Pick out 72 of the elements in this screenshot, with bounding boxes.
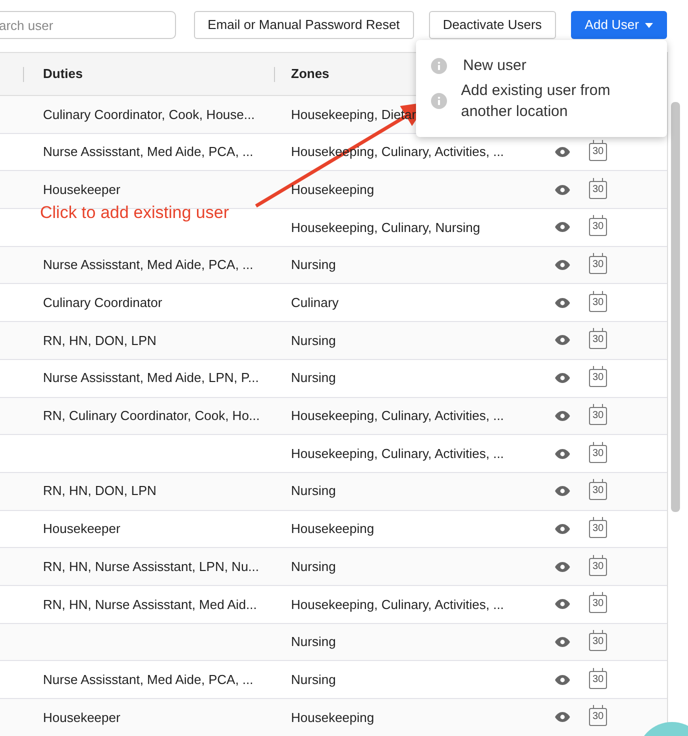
view-icon[interactable] [555,184,570,195]
table-cell: Housekeeping [291,710,374,725]
table-cell: Nursing [291,332,336,348]
table-cell: Housekeeping, Culinary, Activities, ... [291,408,504,424]
toolbar-button[interactable]: Email or Manual Password Reset [194,11,414,39]
view-icon[interactable] [555,410,570,421]
view-icon[interactable] [555,335,570,346]
view-icon[interactable] [555,486,570,496]
info-icon [431,58,447,74]
view-icon[interactable] [555,260,570,270]
table-cell: RN, HN, DON, LPN [43,332,156,348]
view-icon[interactable] [555,599,570,610]
calendar-button[interactable]: 30 [589,558,607,576]
table-cell: RN, HN, Nurse Assisstant, LPN, Nu... [43,558,260,574]
calendar-button[interactable]: 30 [589,294,607,312]
view-icon[interactable] [555,448,570,459]
table-cell: Housekeeper [43,710,120,725]
table-cell: Housekeeping [291,521,374,536]
scrollbar[interactable] [671,102,680,512]
table-cell: Housekeeping, Culinary, Nursing [291,220,480,235]
calendar-button[interactable]: 30 [589,444,607,463]
table-cell: RN, HN, Nurse Assisstant, Med Aid... [43,596,257,612]
column-header: Duties [43,65,83,84]
table-cell: Nursing [291,370,336,386]
table-cell: Nurse Assisstant, Med Aide, LPN, P... [43,370,259,386]
view-icon[interactable] [555,562,570,572]
calendar-button[interactable]: 30 [589,218,607,236]
table-cell: Culinary Coordinator [43,295,162,310]
table-cell: Nursing [291,672,336,687]
view-icon[interactable] [555,298,570,308]
calendar-button[interactable]: 30 [589,482,607,500]
menu-item[interactable]: New user [416,55,667,76]
view-icon[interactable] [555,147,570,158]
calendar-button[interactable]: 30 [589,406,607,425]
table-cell: Housekeeper [43,182,120,197]
info-icon [431,93,447,109]
view-icon[interactable] [555,373,570,384]
table-cell: Housekeeper [43,521,120,536]
annotation-text: Click to add existing user [40,202,229,224]
table-cell: Nursing [291,257,336,272]
table-cell: Culinary [291,295,339,310]
calendar-button[interactable]: 30 [589,708,607,726]
toolbar-button[interactable]: Deactivate Users [428,11,556,39]
calendar-button[interactable]: 30 [589,180,607,199]
view-icon[interactable] [555,222,570,232]
view-icon[interactable] [555,636,570,647]
table-cell: Nurse Assisstant, Med Aide, PCA, ... [43,144,254,160]
calendar-button[interactable]: 30 [589,670,607,689]
calendar-button[interactable]: 30 [589,632,607,651]
calendar-button[interactable]: 30 [589,256,607,274]
add-user-button[interactable]: Add User [570,11,667,39]
calendar-button[interactable]: 30 [589,369,607,388]
calendar-button[interactable]: 30 [589,143,607,162]
table-cell: Nursing [291,483,336,498]
table-cell: Nurse Assisstant, Med Aide, PCA, ... [43,672,254,687]
table-cell: Housekeeping, Culinary, Activities, ... [291,596,504,612]
table-cell: Housekeeping, Culinary, Activities, ... [291,446,504,461]
table-cell: RN, Culinary Coordinator, Cook, Ho... [43,408,260,424]
table-cell: RN, HN, DON, LPN [43,483,156,498]
table-cell: Nursing [291,558,336,574]
calendar-button[interactable]: 30 [589,595,607,614]
view-icon[interactable] [555,524,570,534]
view-icon[interactable] [555,712,570,722]
calendar-button[interactable]: 30 [589,520,607,538]
column-header: Zones [291,66,330,82]
table-cell: Nursing [291,634,336,650]
view-icon[interactable] [555,674,570,685]
calendar-button[interactable]: 30 [589,331,607,350]
table-cell: Nurse Assisstant, Med Aide, PCA, ... [43,257,254,272]
table-cell: Culinary Coordinator, Cook, House... [43,106,255,122]
table-cell: Housekeeping [291,182,374,197]
menu-item[interactable]: Add existing user from another location [416,80,667,122]
